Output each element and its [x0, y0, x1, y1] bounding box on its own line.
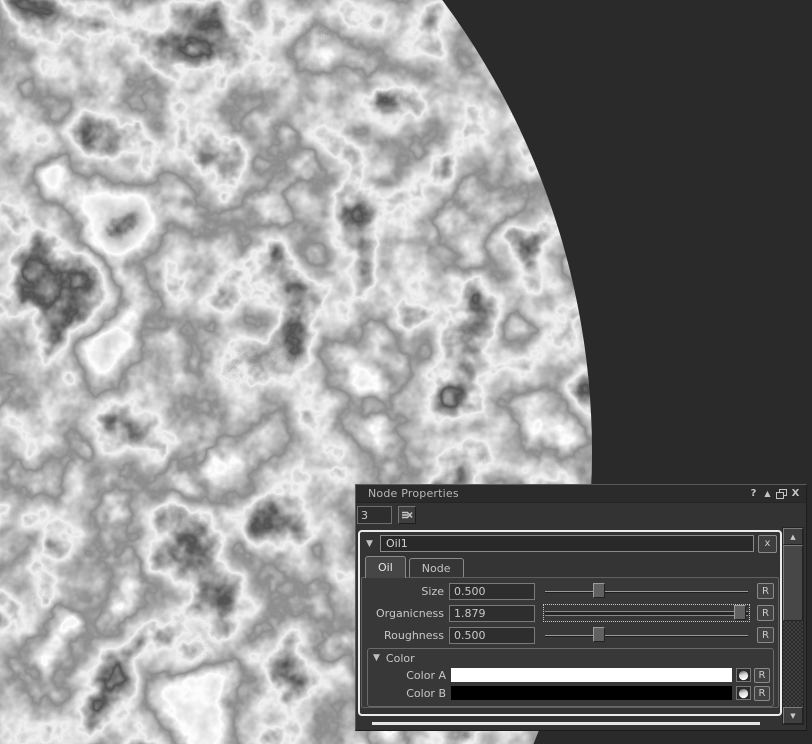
tab-content: Size R Organicness R Roughness [361, 577, 779, 708]
color-row-a: Color A R [368, 666, 770, 684]
param-row-organicness: Organicness R [362, 602, 778, 624]
vertical-scrollbar[interactable]: ▲ ▼ [782, 527, 804, 725]
size-slider[interactable] [543, 582, 750, 600]
color-group-header[interactable]: ▼ Color [368, 650, 770, 666]
collapse-group-icon[interactable]: ▼ [373, 653, 380, 663]
slider-track [545, 591, 748, 592]
color-picker-icon [738, 670, 749, 681]
roughness-input[interactable] [449, 627, 535, 644]
param-row-size: Size R [362, 580, 778, 602]
horizontal-scrollbar[interactable] [372, 722, 760, 725]
slider-track [545, 611, 748, 616]
organicness-slider[interactable] [543, 604, 750, 622]
max-panels-input[interactable] [357, 506, 392, 524]
organicness-reset-button[interactable]: R [757, 605, 774, 621]
window-controls: ? ▲ X [747, 487, 802, 500]
roughness-slider[interactable] [543, 626, 750, 644]
roughness-reset-button[interactable]: R [757, 627, 774, 643]
close-icon[interactable]: X [789, 487, 802, 500]
panel-title: Node Properties [368, 487, 747, 500]
scroll-down-icon[interactable]: ▼ [783, 707, 803, 724]
collapse-node-icon[interactable]: ▼ [363, 539, 376, 549]
color-row-b: Color B R [368, 684, 770, 702]
slider-handle[interactable] [734, 605, 746, 620]
node-header: ▼ x [360, 532, 780, 553]
scrollbar-track[interactable] [783, 621, 803, 707]
color-b-reset-button[interactable]: R [754, 686, 770, 701]
roughness-label: Roughness [362, 629, 449, 642]
float-window-icon[interactable] [775, 487, 788, 500]
tab-node[interactable]: Node [409, 558, 464, 577]
color-b-swatch[interactable] [451, 686, 732, 700]
organicness-label: Organicness [362, 607, 449, 620]
size-label: Size [362, 585, 449, 598]
slider-handle[interactable] [593, 583, 605, 598]
tab-bar: Oil Node [360, 553, 780, 577]
close-all-panels-icon [401, 510, 413, 520]
size-input[interactable] [449, 583, 535, 600]
size-reset-button[interactable]: R [757, 583, 774, 599]
minimize-icon[interactable]: ▲ [761, 487, 774, 500]
close-all-panels-button[interactable] [398, 506, 416, 524]
color-a-swatch[interactable] [451, 668, 732, 682]
close-node-button[interactable]: x [758, 535, 777, 553]
scrollbar-thumb[interactable] [783, 545, 803, 621]
tab-oil[interactable]: Oil [365, 556, 406, 578]
param-row-roughness: Roughness R [362, 624, 778, 646]
slider-track [545, 635, 748, 636]
slider-handle[interactable] [593, 627, 605, 642]
color-group: ▼ Color Color A R Color B [367, 648, 774, 707]
color-a-picker-button[interactable] [736, 668, 751, 682]
help-icon[interactable]: ? [747, 487, 760, 500]
panel-titlebar[interactable]: Node Properties ? ▲ X [356, 485, 806, 503]
scroll-up-icon[interactable]: ▲ [783, 528, 803, 545]
color-a-label: Color A [368, 669, 451, 682]
color-a-reset-button[interactable]: R [754, 668, 770, 683]
panel-toolbar [356, 503, 806, 526]
color-picker-icon [738, 688, 749, 699]
color-b-picker-button[interactable] [736, 686, 751, 700]
organicness-input[interactable] [449, 605, 535, 622]
color-group-label: Color [386, 652, 415, 665]
color-b-label: Color B [368, 687, 451, 700]
node-name-field[interactable] [380, 535, 754, 552]
node-panel-oil1: ▼ x Oil Node Size R Organicness [358, 530, 782, 716]
node-properties-panel: Node Properties ? ▲ X ▼ x [355, 484, 807, 731]
